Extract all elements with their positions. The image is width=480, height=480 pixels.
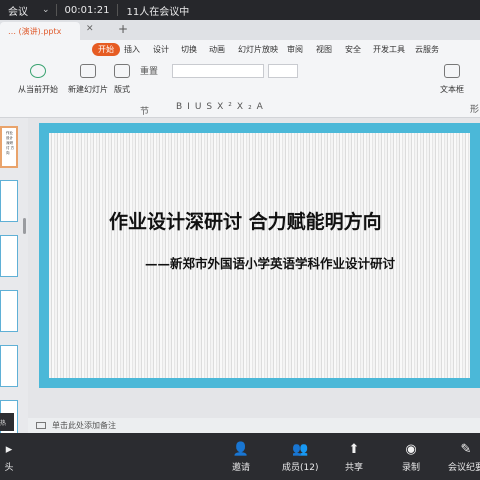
ribbon-menu: 开始 插入 设计 切换 动画 幻灯片放映 审阅 视图 安全 开发工具 云服务	[0, 40, 480, 58]
close-icon[interactable]: ✕	[86, 24, 94, 34]
left-side-tag: 热	[0, 413, 14, 431]
slide-thumbnails: 作业设计 深研讨 方向	[0, 118, 28, 442]
play-icon	[30, 64, 46, 78]
notes-icon	[36, 422, 46, 429]
section-button[interactable]: 节	[140, 104, 149, 117]
textbox-button[interactable]: 文本框	[440, 64, 464, 95]
reset-button[interactable]: 重置	[140, 64, 158, 77]
menu-transition[interactable]: 切换	[181, 44, 197, 55]
add-tab-icon[interactable]: +	[118, 22, 128, 36]
menu-home[interactable]: 开始	[92, 43, 120, 56]
thumbnail-slide-3[interactable]	[0, 235, 18, 277]
chevron-down-icon[interactable]: ⌄	[36, 5, 56, 15]
record-icon: ◉	[405, 441, 417, 457]
slide-canvas: 作业设计深研讨 合力赋能明方向 ——新郑市外国语小学英语学科作业设计研讨	[28, 118, 480, 418]
members-button[interactable]: 👥 成员(12)	[282, 441, 318, 474]
shape-button[interactable]: 形	[470, 102, 479, 115]
textbox-icon	[444, 64, 460, 78]
menu-developer[interactable]: 开发工具	[373, 44, 405, 55]
thumbnail-slide-1[interactable]: 作业设计 深研讨 方向	[0, 126, 18, 168]
menu-animation[interactable]: 动画	[209, 44, 225, 55]
camera-icon: ▸	[5, 441, 13, 457]
minutes-icon: ✎	[460, 441, 472, 457]
font-name-select[interactable]	[172, 64, 264, 78]
invite-button[interactable]: 👤 邀请	[232, 441, 250, 474]
format-buttons[interactable]: BIUSX²X₂A	[176, 102, 268, 112]
play-from-current-button[interactable]: 从当前开始	[18, 64, 58, 95]
layout-icon	[114, 64, 130, 78]
current-slide[interactable]: 作业设计深研讨 合力赋能明方向 ——新郑市外国语小学英语学科作业设计研讨	[39, 123, 480, 388]
record-button[interactable]: ◉ 录制	[402, 441, 420, 474]
menu-slideshow[interactable]: 幻灯片放映	[238, 44, 278, 55]
notes-bar[interactable]: 单击此处添加备注	[28, 418, 480, 433]
meeting-timer: 00:01:21	[64, 4, 110, 16]
share-button[interactable]: ⬆ 共享	[345, 441, 363, 474]
menu-design[interactable]: 设计	[153, 44, 169, 55]
participants-status: 11人在会议中	[126, 6, 190, 18]
menu-cloud[interactable]: 云服务	[415, 44, 439, 55]
menu-review[interactable]: 审阅	[287, 44, 303, 55]
wps-tab-bar: … (演讲).pptx ✕ +	[0, 20, 480, 40]
menu-security[interactable]: 安全	[345, 44, 361, 55]
meeting-app-name: 会议	[8, 6, 28, 18]
thumbnail-slide-2[interactable]	[0, 180, 18, 222]
menu-view[interactable]: 视图	[316, 44, 332, 55]
invite-user-icon: 👤	[232, 441, 250, 457]
layout-button[interactable]: 版式	[114, 64, 130, 95]
meeting-bottom-bar: ▸ 头 👤 邀请 👥 成员(12) ⬆ 共享 ◉ 录制 ✎ 会议纪要	[0, 433, 480, 480]
meeting-top-bar: 会议 ⌄ 00:01:21 11人在会议中	[0, 0, 480, 20]
thumbnail-scrollbar[interactable]	[23, 218, 26, 234]
new-slide-icon	[80, 64, 96, 78]
menu-insert[interactable]: 插入	[124, 44, 140, 55]
shared-screen: … (演讲).pptx ✕ + 开始 插入 设计 切换 动画 幻灯片放映 审阅 …	[0, 20, 480, 442]
camera-button[interactable]: ▸ 头	[0, 441, 18, 474]
notes-placeholder: 单击此处添加备注	[52, 421, 116, 430]
minutes-button[interactable]: ✎ 会议纪要	[448, 441, 480, 474]
thumbnail-slide-5[interactable]	[0, 345, 18, 387]
members-icon: 👥	[292, 441, 309, 457]
thumbnail-slide-4[interactable]	[0, 290, 18, 332]
new-slide-button[interactable]: 新建幻灯片	[68, 64, 108, 95]
share-screen-icon: ⬆	[348, 441, 360, 457]
font-size-select[interactable]	[268, 64, 298, 78]
slide-subtitle[interactable]: ——新郑市外国语小学英语学科作业设计研讨	[145, 253, 395, 272]
slide-title[interactable]: 作业设计深研讨 合力赋能明方向	[109, 207, 382, 234]
document-tab[interactable]: … (演讲).pptx	[0, 22, 80, 40]
ribbon-toolbar: 从当前开始 新建幻灯片 版式 重置 节 BIUSX²X₂A 文本框 形	[0, 58, 480, 118]
